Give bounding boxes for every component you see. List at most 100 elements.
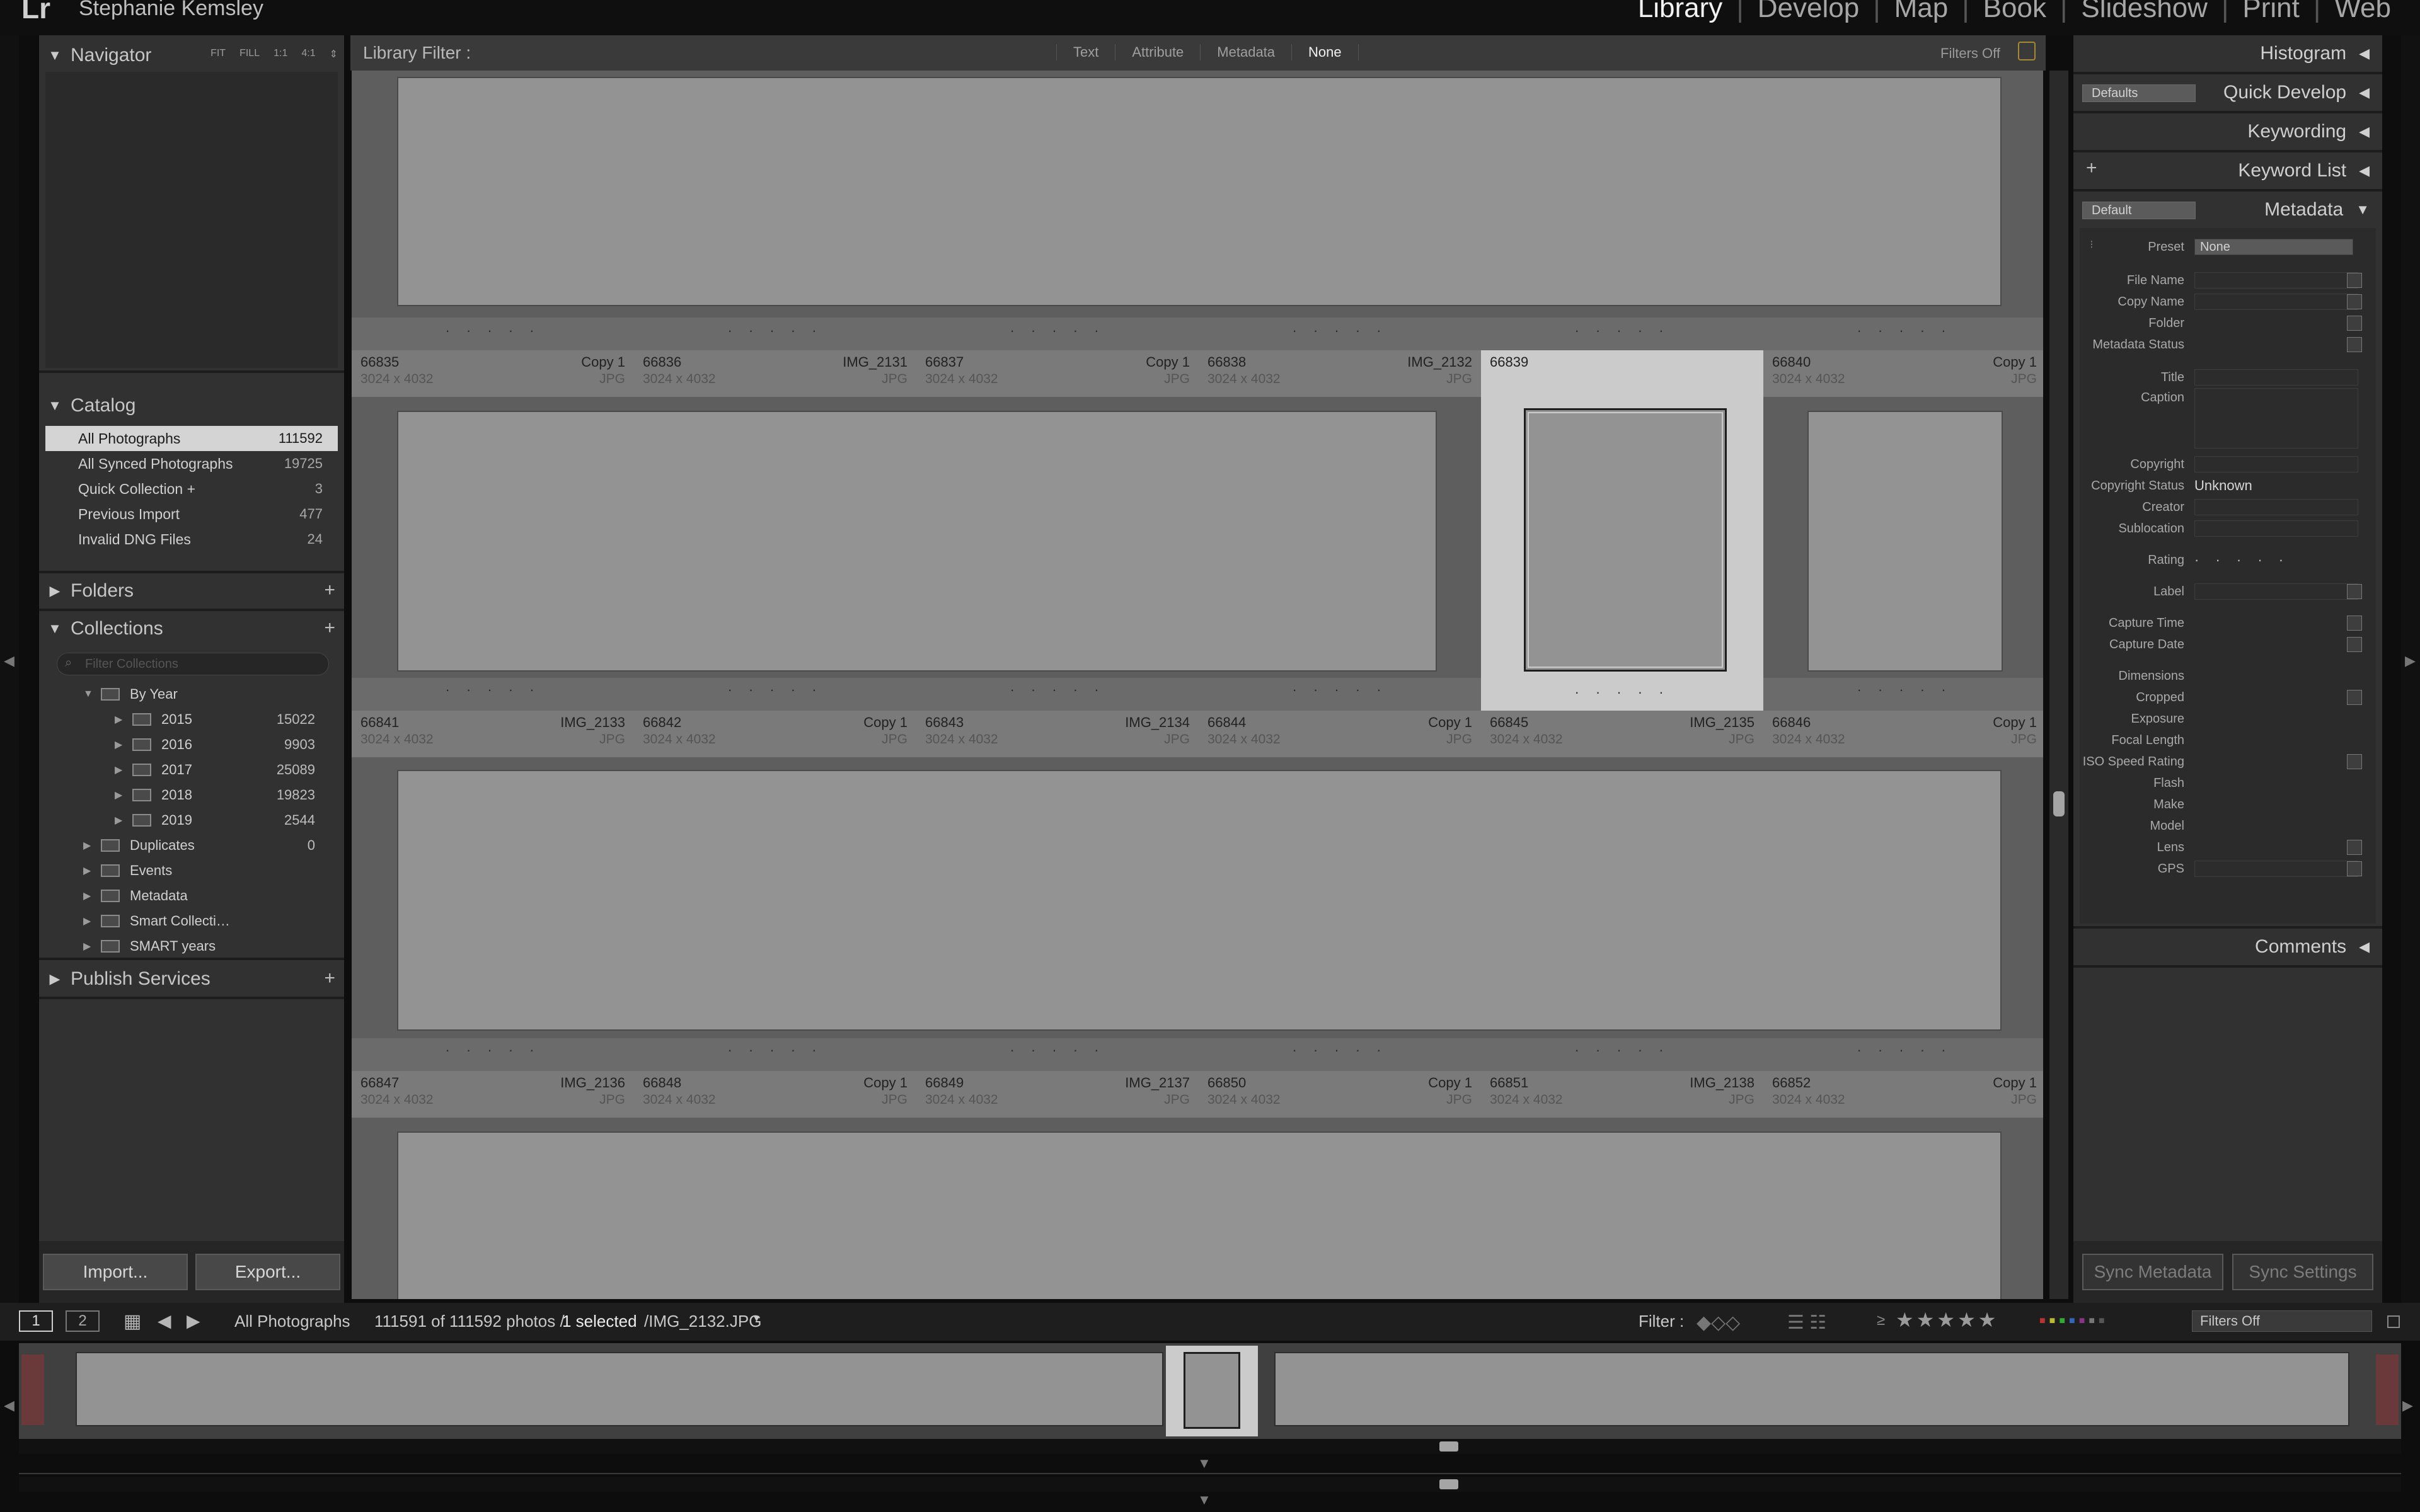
secondary-scrollbar[interactable]: [19, 1477, 2401, 1492]
zoom-fill[interactable]: FILL: [239, 48, 260, 60]
zoom-fit[interactable]: FIT: [210, 48, 226, 60]
publish-services-header[interactable]: ▶ Publish Services +: [39, 961, 344, 997]
catalog-item-invalid-dng[interactable]: Invalid DNG Files 24: [45, 527, 338, 552]
photo-thumbnail[interactable]: [397, 770, 2002, 1031]
rating-dots[interactable]: · · · · ·: [1199, 1042, 1481, 1058]
add-collection-icon[interactable]: +: [324, 617, 335, 639]
label-field[interactable]: [2194, 583, 2358, 600]
grid-cell[interactable]: 66838 IMG_2132 3024 x 4032 JPG: [1199, 350, 1481, 397]
filters-off-select[interactable]: Filters Off: [2192, 1310, 2372, 1332]
import-button[interactable]: Import...: [43, 1254, 188, 1290]
rating-dots[interactable]: · · · · ·: [1199, 682, 1481, 698]
secondary-scrollbar-thumb[interactable]: [1439, 1479, 1458, 1489]
grid-cell[interactable]: 66850 Copy 1 3024 x 4032 JPG: [1199, 1071, 1481, 1118]
greater-equal-icon[interactable]: ≥: [1877, 1312, 1885, 1329]
collection-events[interactable]: ▶ Events: [45, 858, 338, 883]
caption-field[interactable]: [2194, 388, 2358, 449]
rating-dots[interactable]: · · · · ·: [916, 682, 1199, 698]
filter-text[interactable]: Text: [1056, 44, 1115, 60]
metadata-header[interactable]: Default Metadata ▼: [2073, 192, 2382, 228]
filmstrip-scrollbar-thumb[interactable]: [1439, 1441, 1458, 1452]
expand-triangle-icon[interactable]: ▼: [39, 47, 71, 64]
module-print[interactable]: Print: [2228, 0, 2313, 24]
zoom-1-1[interactable]: 1:1: [274, 48, 287, 60]
module-slideshow[interactable]: Slideshow: [2067, 0, 2221, 24]
zoom-stepper-icon[interactable]: ⇕: [330, 48, 338, 60]
field-action-icon[interactable]: [2347, 754, 2362, 769]
collapsed-triangle-icon[interactable]: ◀: [2359, 939, 2370, 955]
expand-triangle-icon[interactable]: ▼: [39, 398, 71, 414]
grid-scrollbar[interactable]: [2049, 71, 2068, 1299]
module-develop[interactable]: Develop: [1744, 0, 1873, 24]
creator-field[interactable]: [2194, 499, 2358, 515]
field-action-icon[interactable]: [2347, 840, 2362, 855]
rating-dots[interactable]: · · · · ·: [916, 323, 1199, 339]
filmstrip-thumbnail[interactable]: [1274, 1352, 2349, 1426]
collapse-right-icon[interactable]: ▶: [2405, 653, 2416, 669]
filmstrip-thumbnail[interactable]: [21, 1354, 44, 1425]
grid-cell[interactable]: 66847 IMG_2136 3024 x 4032 JPG: [352, 1071, 634, 1118]
field-action-icon[interactable]: [2347, 690, 2362, 705]
rating-dots[interactable]: · · · · ·: [352, 1042, 634, 1058]
grid-cell[interactable]: 66844 Copy 1 3024 x 4032 JPG: [1199, 711, 1481, 757]
sync-metadata-button[interactable]: Sync Metadata: [2082, 1254, 2223, 1290]
grid-cell[interactable]: 66845 IMG_2135 3024 x 4032 JPG: [1481, 711, 1763, 757]
star-rating-filter-icons[interactable]: ★★★★★: [1896, 1308, 1998, 1332]
copy-name-field[interactable]: [2194, 294, 2358, 310]
copyright-field[interactable]: [2194, 456, 2358, 472]
grid-view[interactable]: · · · · · · · · · · · · · · · · · · · · …: [352, 71, 2043, 1299]
module-library[interactable]: Library: [1624, 0, 1737, 24]
rating-dots[interactable]: · · · · ·: [634, 323, 916, 339]
quick-develop-header[interactable]: Defaults Quick Develop ◀: [2073, 74, 2382, 111]
collapsed-triangle-icon[interactable]: ▶: [115, 789, 132, 801]
collapsed-triangle-icon[interactable]: ◀: [2359, 123, 2370, 140]
rating-dots[interactable]: · · · · ·: [352, 323, 634, 339]
collection-smart-collections[interactable]: ▶ Smart Collecti…: [45, 908, 338, 934]
collapse-left-icon[interactable]: ◀: [4, 653, 14, 669]
edit-filter-icons[interactable]: ☰ ☷: [1787, 1312, 1826, 1334]
secondary-window-button[interactable]: 2: [66, 1310, 100, 1332]
sync-settings-button[interactable]: Sync Settings: [2232, 1254, 2373, 1290]
preset-menu-icon[interactable]: ⁝: [2090, 238, 2094, 251]
rating-dots[interactable]: · · · · ·: [352, 682, 634, 698]
rating-dots[interactable]: · · · · ·: [916, 1042, 1199, 1058]
grid-cell-selected[interactable]: 66839 · · · · ·: [1481, 350, 1763, 711]
collapsed-triangle-icon[interactable]: ◀: [2359, 163, 2370, 179]
filmstrip[interactable]: [19, 1343, 2401, 1439]
filmstrip-thumbnail[interactable]: [76, 1352, 1163, 1426]
metadata-view-select[interactable]: Default: [2082, 202, 2196, 219]
field-action-icon[interactable]: [2347, 273, 2362, 288]
grid-cell[interactable]: 66851 IMG_2138 3024 x 4032 JPG: [1481, 1071, 1763, 1118]
rating-dots[interactable]: · · · · ·: [1763, 323, 2043, 339]
rating-dots[interactable]: · · · · ·: [1763, 682, 2043, 698]
add-folder-icon[interactable]: +: [324, 580, 335, 601]
collapsed-triangle-icon[interactable]: ▶: [39, 583, 71, 599]
filter-none[interactable]: None: [1291, 44, 1359, 60]
catalog-item-all-synced[interactable]: All Synced Photographs 19725: [45, 451, 338, 476]
collection-2016[interactable]: ▶ 2016 9903: [45, 732, 338, 757]
keyword-list-header[interactable]: + Keyword List ◀: [2073, 152, 2382, 189]
navigator-header[interactable]: ▼ Navigator FIT FILL 1:1 4:1 ⇕: [39, 38, 344, 73]
photo-thumbnail[interactable]: [397, 77, 2002, 306]
collapsed-triangle-icon[interactable]: ▶: [83, 915, 101, 927]
rating-dots[interactable]: · · · · ·: [634, 1042, 916, 1058]
main-window-button[interactable]: 1: [19, 1310, 53, 1332]
file-name-field[interactable]: [2194, 272, 2358, 289]
catalog-item-quick-collection[interactable]: Quick Collection +3: [45, 476, 338, 501]
grid-scrollbar-thumb[interactable]: [2053, 791, 2065, 816]
collection-2018[interactable]: ▶ 2018 19823: [45, 782, 338, 808]
field-action-icon[interactable]: [2347, 637, 2362, 652]
preset-select[interactable]: None: [2194, 239, 2353, 255]
field-action-icon[interactable]: [2347, 861, 2362, 876]
collapsed-triangle-icon[interactable]: ▶: [83, 890, 101, 902]
comments-header[interactable]: Comments ◀: [2073, 929, 2382, 965]
add-keyword-icon[interactable]: +: [2086, 158, 2097, 179]
filmstrip-thumbnail[interactable]: [1184, 1352, 1240, 1429]
module-map[interactable]: Map: [1881, 0, 1962, 24]
catalog-item-all-photographs[interactable]: All Photographs 111592: [45, 426, 338, 451]
sublocation-field[interactable]: [2194, 520, 2358, 537]
collapse-filmstrip-icon[interactable]: ▼: [1197, 1455, 1211, 1472]
selected-file-name[interactable]: /IMG_2132.JPG: [644, 1312, 761, 1331]
photo-thumbnail[interactable]: [1807, 411, 2003, 672]
expand-triangle-icon[interactable]: ▼: [83, 689, 101, 700]
